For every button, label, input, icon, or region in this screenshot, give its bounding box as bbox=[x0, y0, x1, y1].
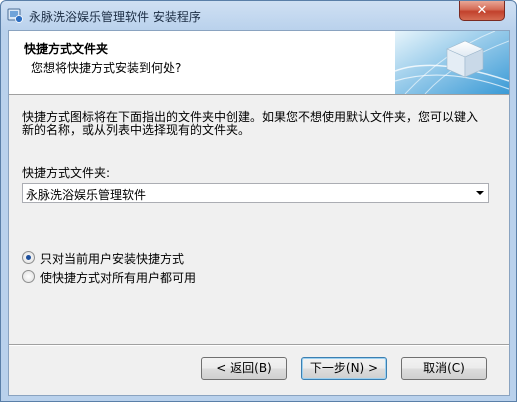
cube-globe-graphic bbox=[395, 31, 509, 94]
installer-window: 永脉洗浴娱乐管理软件 安装程序 ✕ 快捷方式文件夹 您想将快捷方式安装到何处? bbox=[0, 0, 517, 402]
folder-value: 永脉洗浴娱乐管理软件 bbox=[26, 188, 147, 202]
chevron-down-icon[interactable] bbox=[476, 191, 484, 195]
radio-label-all-users: 使快捷方式对所有用户都可用 bbox=[40, 271, 197, 285]
instructions-line-2: 新的名称，或从列表中选择现有的文件夹。 bbox=[22, 123, 251, 137]
wizard-page: 快捷方式文件夹 您想将快捷方式安装到何处? 快捷方式图标将在下面指出的文件夹中创… bbox=[8, 30, 510, 396]
radio-label-current-user: 只对当前用户安装快捷方式 bbox=[40, 252, 185, 266]
page-subtitle: 您想将快捷方式安装到何处? bbox=[31, 61, 182, 75]
next-button[interactable]: 下一步(N) > bbox=[301, 357, 387, 380]
installer-icon bbox=[7, 8, 23, 23]
footer-divider bbox=[9, 344, 509, 346]
back-button[interactable]: < 返回(B) bbox=[201, 357, 287, 380]
page-title: 快捷方式文件夹 bbox=[24, 42, 109, 56]
close-icon: ✕ bbox=[476, 3, 488, 18]
folder-combobox[interactable]: 永脉洗浴娱乐管理软件 bbox=[22, 183, 489, 203]
radio-button-unchecked[interactable] bbox=[22, 270, 35, 283]
wizard-header: 快捷方式文件夹 您想将快捷方式安装到何处? bbox=[9, 31, 509, 95]
instructions-text: 快捷方式图标将在下面指出的文件夹中创建。如果您不想使用默认文件夹，您可以键入 新… bbox=[22, 111, 500, 137]
radio-button-checked[interactable] bbox=[22, 251, 35, 264]
title-bar: 永脉洗浴娱乐管理软件 安装程序 ✕ bbox=[1, 1, 516, 31]
close-button[interactable]: ✕ bbox=[459, 1, 505, 21]
window-title: 永脉洗浴娱乐管理软件 安装程序 bbox=[29, 10, 201, 24]
folder-label: 快捷方式文件夹: bbox=[22, 166, 111, 180]
cancel-button[interactable]: 取消(C) bbox=[401, 357, 487, 380]
